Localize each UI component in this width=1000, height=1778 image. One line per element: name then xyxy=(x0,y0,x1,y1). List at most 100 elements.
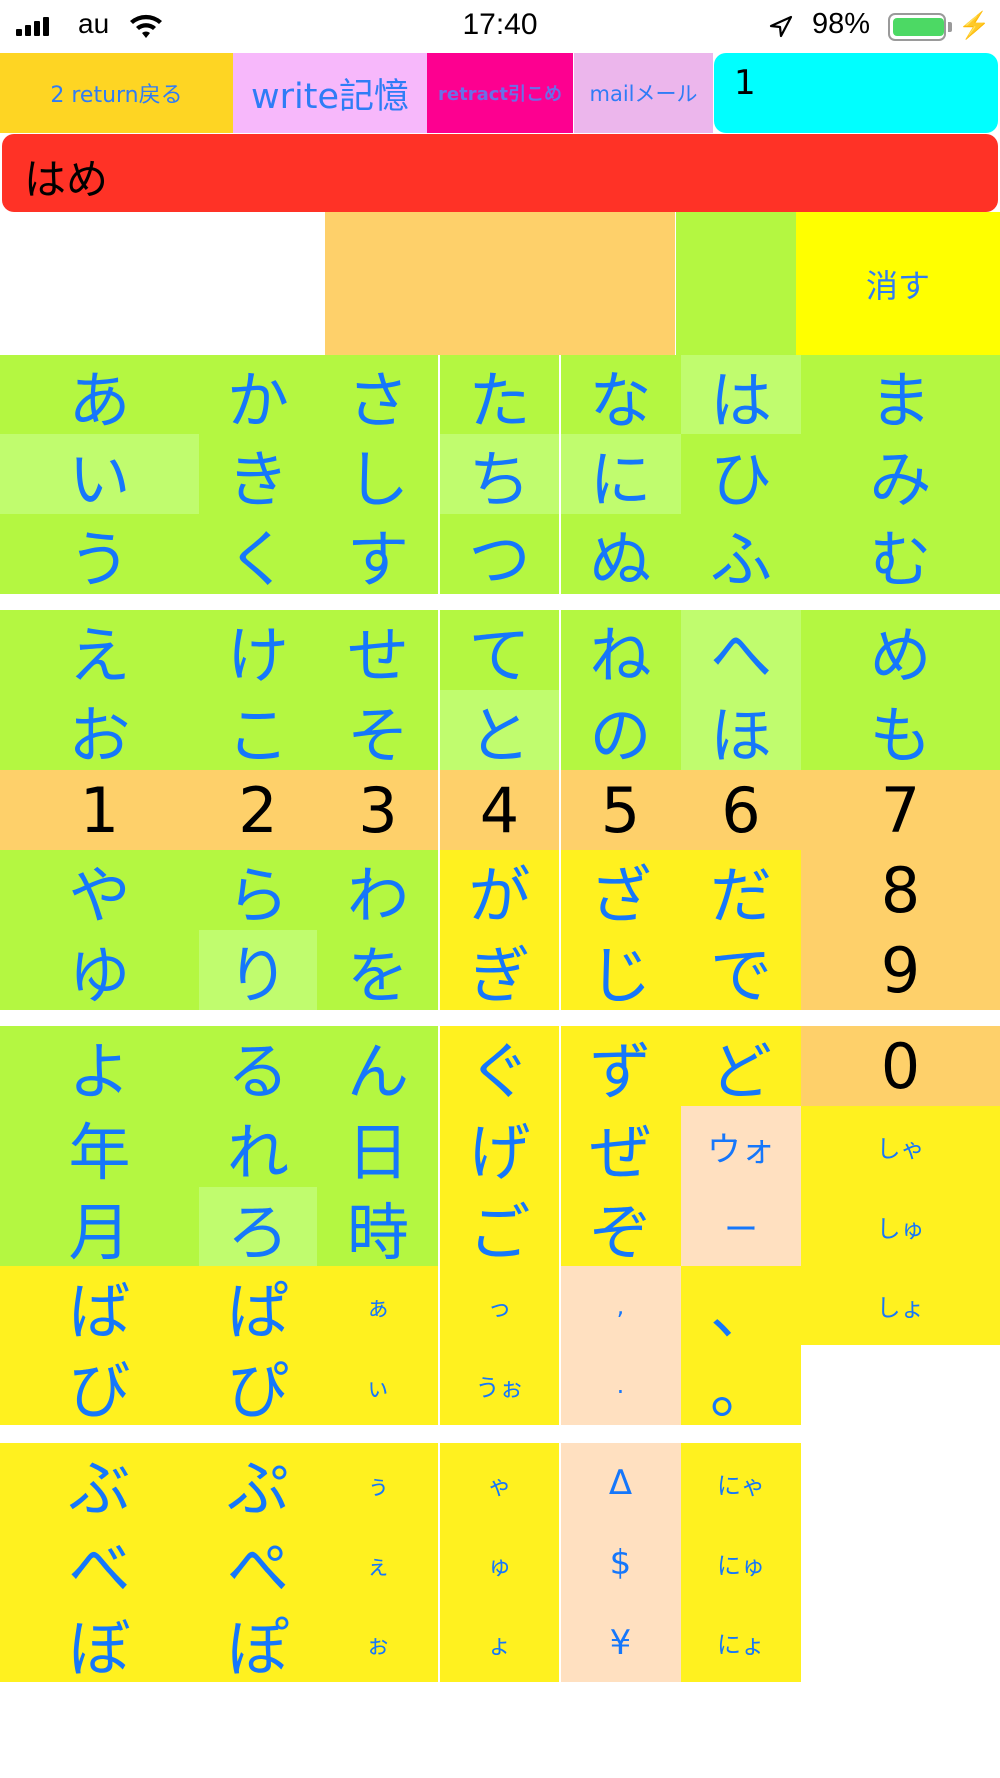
key-button[interactable]: . xyxy=(560,1345,681,1425)
key-button[interactable]: な xyxy=(560,355,681,437)
key-button[interactable]: 9 xyxy=(801,930,1000,1010)
key-button[interactable]: え xyxy=(0,610,199,692)
key-button[interactable]: 8 xyxy=(801,850,1000,930)
key-button[interactable]: く xyxy=(199,514,317,596)
key-button[interactable]: Δ xyxy=(560,1443,681,1523)
key-button[interactable]: ぺ xyxy=(199,1523,317,1605)
key-button[interactable]: ー xyxy=(681,1187,801,1266)
key-button[interactable]: ね xyxy=(560,610,681,692)
key-button[interactable]: 。 xyxy=(681,1345,801,1427)
key-button[interactable]: つ xyxy=(439,514,560,596)
key-button[interactable]: しゃ xyxy=(801,1106,1000,1187)
key-button[interactable]: の xyxy=(560,690,681,772)
write-memory-button[interactable]: write記憶 xyxy=(233,53,427,133)
key-button[interactable]: ぉ xyxy=(317,1603,439,1682)
key-button[interactable]: ゃ xyxy=(439,1443,560,1523)
key-button[interactable]: け xyxy=(199,610,317,692)
key-button[interactable]: ぎ xyxy=(439,930,560,1012)
key-button[interactable]: を xyxy=(317,930,439,1012)
key-button[interactable]: ぅ xyxy=(317,1443,439,1523)
key-button[interactable]: だ xyxy=(681,850,801,932)
key-button[interactable]: にゅ xyxy=(681,1523,801,1603)
key-button[interactable]: ぼ xyxy=(0,1603,199,1685)
blank-key-green[interactable] xyxy=(676,212,796,355)
mail-button[interactable]: mailメール xyxy=(574,53,713,133)
key-button[interactable]: 6 xyxy=(681,770,801,850)
key-button[interactable]: が xyxy=(439,850,560,932)
key-button[interactable]: 年 xyxy=(0,1106,199,1189)
key-button[interactable]: っ xyxy=(439,1266,560,1345)
key-button[interactable]: む xyxy=(801,514,1000,596)
key-button[interactable]: ゅ xyxy=(439,1523,560,1603)
key-button[interactable]: うぉ xyxy=(439,1345,560,1425)
key-button[interactable]: 、 xyxy=(681,1266,801,1348)
key-button[interactable]: そ xyxy=(317,690,439,772)
key-button[interactable]: ん xyxy=(317,1026,439,1108)
key-button[interactable]: で xyxy=(681,930,801,1012)
key-button[interactable]: へ xyxy=(681,610,801,692)
composed-text-field[interactable]: はめ xyxy=(2,134,998,212)
key-button[interactable]: ぞ xyxy=(560,1187,681,1269)
key-button[interactable]: ぬ xyxy=(560,514,681,596)
key-button[interactable]: め xyxy=(801,610,1000,692)
key-button[interactable]: せ xyxy=(317,610,439,692)
key-button[interactable]: た xyxy=(439,355,560,437)
key-button[interactable]: さ xyxy=(317,355,439,437)
key-button[interactable]: き xyxy=(199,434,317,516)
key-button[interactable]: ぇ xyxy=(317,1523,439,1603)
key-button[interactable]: あ xyxy=(0,355,199,437)
erase-button[interactable]: 消す xyxy=(796,212,1000,355)
key-button[interactable]: ら xyxy=(199,850,317,932)
key-button[interactable]: 2 xyxy=(199,770,317,850)
key-button[interactable]: と xyxy=(439,690,560,772)
key-button[interactable]: ど xyxy=(681,1026,801,1108)
key-button[interactable]: 時 xyxy=(317,1187,439,1269)
key-button[interactable]: し xyxy=(317,434,439,516)
key-button[interactable]: す xyxy=(317,514,439,596)
key-button[interactable]: い xyxy=(0,434,199,516)
key-button[interactable]: み xyxy=(801,434,1000,516)
key-button[interactable]: り xyxy=(199,930,317,1012)
key-button[interactable]: 3 xyxy=(317,770,439,850)
key-button[interactable]: 月 xyxy=(0,1187,199,1269)
key-button[interactable]: ¥ xyxy=(560,1603,681,1682)
key-button[interactable]: か xyxy=(199,355,317,437)
key-button[interactable]: しゅ xyxy=(801,1187,1000,1266)
key-button[interactable]: $ xyxy=(560,1523,681,1603)
key-button[interactable]: も xyxy=(801,690,1000,772)
key-button[interactable]: にゃ xyxy=(681,1443,801,1523)
key-button[interactable]: ウォ xyxy=(681,1106,801,1187)
key-button[interactable]: 日 xyxy=(317,1106,439,1189)
key-button[interactable]: ぃ xyxy=(317,1345,439,1425)
key-button[interactable]: お xyxy=(0,690,199,772)
key-button[interactable]: わ xyxy=(317,850,439,932)
key-button[interactable]: び xyxy=(0,1345,199,1427)
key-button[interactable]: よ xyxy=(0,1026,199,1108)
key-button[interactable]: ぱ xyxy=(199,1266,317,1348)
key-button[interactable]: ざ xyxy=(560,850,681,932)
key-button[interactable]: こ xyxy=(199,690,317,772)
key-button[interactable]: に xyxy=(560,434,681,516)
key-button[interactable]: ち xyxy=(439,434,560,516)
return-button[interactable]: 2 return戻る xyxy=(0,53,233,133)
key-button[interactable]: べ xyxy=(0,1523,199,1605)
key-button[interactable]: ぶ xyxy=(0,1443,199,1525)
key-button[interactable]: 1 xyxy=(0,770,199,850)
key-button[interactable]: ゆ xyxy=(0,930,199,1012)
key-button[interactable]: ぐ xyxy=(439,1026,560,1108)
blank-key-orange[interactable] xyxy=(325,212,675,355)
key-button[interactable]: ご xyxy=(439,1187,560,1269)
key-button[interactable]: げ xyxy=(439,1106,560,1189)
key-button[interactable]: 7 xyxy=(801,770,1000,850)
key-button[interactable]: , xyxy=(560,1266,681,1345)
key-button[interactable]: や xyxy=(0,850,199,932)
count-field[interactable]: 1 xyxy=(714,53,998,133)
retract-button[interactable]: retract引こめ xyxy=(427,53,573,133)
key-button[interactable]: ょ xyxy=(439,1603,560,1682)
key-button[interactable]: れ xyxy=(199,1106,317,1189)
key-button[interactable]: ぜ xyxy=(560,1106,681,1189)
key-button[interactable]: 4 xyxy=(439,770,560,850)
key-button[interactable]: ひ xyxy=(681,434,801,516)
key-button[interactable]: しょ xyxy=(801,1266,1000,1345)
key-button[interactable]: 0 xyxy=(801,1026,1000,1106)
